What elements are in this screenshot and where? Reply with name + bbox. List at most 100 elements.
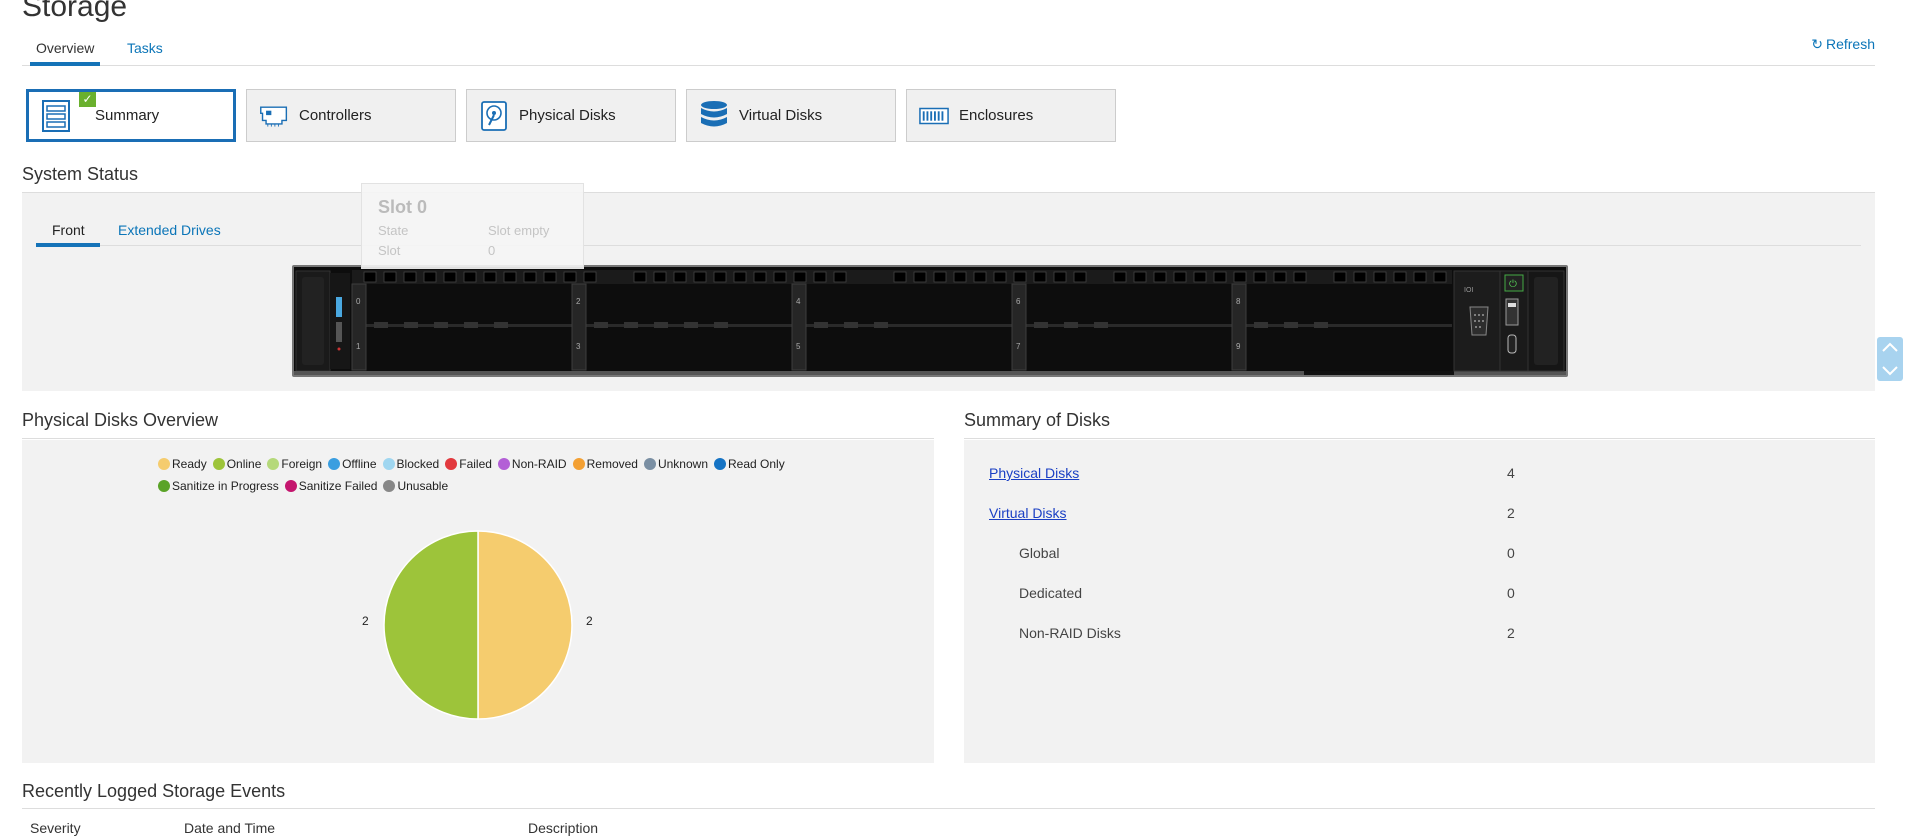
physical-disks-link[interactable]: Physical Disks bbox=[989, 465, 1079, 481]
slot-label-4: 4 bbox=[796, 297, 801, 306]
tab-extended-drives[interactable]: Extended Drives bbox=[118, 222, 221, 238]
legend-label: Unknown bbox=[657, 457, 708, 471]
refresh-button[interactable]: ↻ Refresh bbox=[1811, 36, 1875, 53]
inner-tab-active-indicator bbox=[36, 243, 100, 247]
pie-slice-ready[interactable] bbox=[477, 530, 573, 720]
physical-disks-overview-divider bbox=[22, 438, 934, 439]
virtual-disks-button[interactable]: Virtual Disks bbox=[686, 89, 896, 142]
chart-legend: Ready Online Foreign Offline Blocked Failed No… bbox=[158, 457, 918, 501]
slot-label-2: 2 bbox=[576, 297, 581, 306]
legend-item-online: Online bbox=[212, 457, 262, 471]
non-raid-count: 2 bbox=[1507, 625, 1515, 641]
server-front-panel: 0 1 2 3 4 5 6 7 8 9 IOI ⏻ bbox=[292, 265, 1568, 377]
svg-text:IOI: IOI bbox=[1464, 287, 1473, 294]
physical-disks-overview-panel: Ready Online Foreign Offline Blocked Failed No… bbox=[22, 440, 934, 763]
summary-button-label: Summary bbox=[95, 107, 160, 124]
tooltip-state-value: Slot empty bbox=[488, 223, 550, 238]
dedicated-label: Dedicated bbox=[1019, 585, 1083, 601]
legend-label: Offline bbox=[342, 457, 377, 471]
enclosure-icon bbox=[919, 101, 949, 131]
chevron-up-icon bbox=[1882, 342, 1898, 352]
svg-text:⏻: ⏻ bbox=[1509, 279, 1517, 290]
slot-label-6: 6 bbox=[1016, 297, 1021, 306]
column-date-time[interactable]: Date and Time bbox=[184, 820, 275, 836]
slot-label-9: 9 bbox=[1236, 342, 1241, 351]
legend-item-offline: Offline bbox=[328, 457, 377, 471]
legend-dot bbox=[382, 458, 395, 470]
check-icon: ✓ bbox=[79, 92, 96, 107]
legend-item-foreign: Foreign bbox=[267, 457, 322, 471]
column-severity[interactable]: Severity bbox=[30, 820, 81, 836]
legend-dot bbox=[212, 458, 225, 470]
slot-label-5: 5 bbox=[796, 342, 801, 351]
tab-front[interactable]: Front bbox=[52, 222, 85, 238]
tab-overview[interactable]: Overview bbox=[29, 40, 101, 66]
controllers-button[interactable]: Controllers bbox=[246, 89, 456, 142]
enclosures-button-label: Enclosures bbox=[959, 107, 1034, 124]
legend-dot bbox=[284, 480, 297, 492]
legend-dot bbox=[158, 480, 170, 492]
virtual-disk-stack-icon bbox=[699, 100, 729, 131]
legend-item-sanitize-in-progress: Sanitize in Progress bbox=[158, 479, 279, 493]
tooltip-title: Slot 0 bbox=[378, 197, 428, 217]
legend-label: Ready bbox=[172, 457, 207, 471]
legend-label: Read Only bbox=[728, 457, 785, 471]
slot-label-7: 7 bbox=[1016, 342, 1021, 351]
tab-tasks[interactable]: Tasks bbox=[127, 40, 163, 56]
legend-dot bbox=[158, 458, 170, 470]
pie-slice-online[interactable] bbox=[383, 530, 479, 720]
controllers-button-label: Controllers bbox=[299, 107, 372, 124]
legend-label: Unusable bbox=[397, 479, 449, 493]
tooltip-slot-label: Slot bbox=[378, 243, 401, 258]
legend-label: Online bbox=[226, 457, 262, 471]
summary-of-disks-title: Summary of Disks bbox=[964, 410, 1111, 430]
slot-label-3: 3 bbox=[576, 342, 581, 351]
legend-item-read-only: Read Only bbox=[714, 457, 785, 471]
legend-item-ready: Ready bbox=[158, 457, 207, 471]
physical-disks-button[interactable]: Physical Disks bbox=[466, 89, 676, 142]
slot-tooltip: Slot 0 State Slot empty Slot 0 bbox=[361, 183, 584, 269]
enclosures-button[interactable]: Enclosures bbox=[906, 89, 1116, 142]
legend-item-removed: Removed bbox=[572, 457, 638, 471]
legend-item-unusable: Unusable bbox=[383, 479, 448, 493]
tooltip-slot-value: 0 bbox=[488, 243, 496, 258]
page-title: Storage bbox=[22, 0, 128, 23]
pie-label-left: 2 bbox=[362, 614, 369, 628]
system-status-title: System Status bbox=[22, 164, 139, 184]
events-title: Recently Logged Storage Events bbox=[22, 781, 286, 801]
legend-item-non-raid: Non-RAID bbox=[497, 457, 567, 471]
slot-label-0: 0 bbox=[356, 297, 361, 306]
top-tab-bar: Overview Tasks bbox=[22, 38, 1875, 66]
legend-label: Blocked bbox=[396, 457, 440, 471]
legend-dot bbox=[445, 458, 458, 470]
legend-dot bbox=[643, 458, 656, 470]
summary-of-disks-divider bbox=[964, 438, 1875, 439]
legend-dot bbox=[497, 458, 510, 470]
legend-dot bbox=[383, 480, 396, 492]
summary-icon bbox=[41, 99, 71, 132]
legend-label: Non-RAID bbox=[511, 457, 567, 471]
legend-label: Sanitize in Progress bbox=[172, 479, 279, 493]
legend-dot bbox=[267, 458, 280, 470]
events-divider bbox=[22, 808, 1875, 809]
scroll-arrows[interactable] bbox=[1877, 337, 1903, 381]
pie-label-right: 2 bbox=[586, 614, 593, 628]
physical-disks-count: 4 bbox=[1507, 465, 1515, 481]
refresh-icon: ↻ bbox=[1811, 36, 1823, 52]
legend-label: Foreign bbox=[281, 457, 323, 471]
legend-dot bbox=[572, 458, 585, 470]
chevron-down-icon bbox=[1882, 366, 1898, 376]
legend-item-unknown: Unknown bbox=[643, 457, 708, 471]
summary-button[interactable]: ✓ Summary bbox=[26, 89, 236, 142]
slot-label-1: 1 bbox=[356, 342, 361, 351]
column-description[interactable]: Description bbox=[528, 820, 598, 836]
legend-item-sanitize-failed: Sanitize Failed bbox=[284, 479, 377, 493]
virtual-disks-link[interactable]: Virtual Disks bbox=[989, 505, 1067, 521]
virtual-disks-count: 2 bbox=[1507, 505, 1515, 521]
slot-label-8: 8 bbox=[1236, 297, 1241, 306]
physical-disks-button-label: Physical Disks bbox=[519, 107, 616, 124]
legend-label: Removed bbox=[586, 457, 638, 471]
virtual-disks-button-label: Virtual Disks bbox=[739, 107, 823, 124]
global-count: 0 bbox=[1507, 545, 1515, 561]
physical-disk-icon bbox=[479, 100, 509, 131]
